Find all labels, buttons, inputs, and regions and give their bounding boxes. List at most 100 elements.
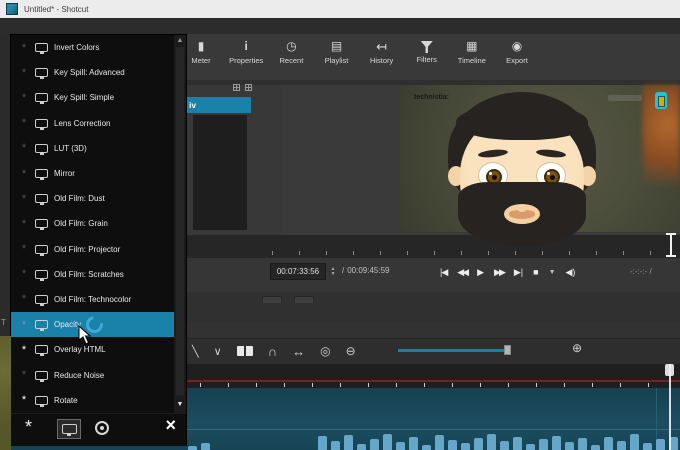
video-filters-toggle[interactable]: [57, 419, 81, 439]
favorites-filter-icon[interactable]: *: [25, 417, 32, 438]
favorite-star-icon: *: [19, 42, 29, 54]
menu-item[interactable]: [2, 24, 20, 28]
filter-list-item[interactable]: * Key Spill: Advanced: [11, 60, 174, 85]
filter-list-item[interactable]: * Lens Correction: [11, 111, 174, 136]
position-spinner[interactable]: ▲▼: [328, 263, 338, 280]
cut-tool-icon[interactable]: [192, 345, 199, 358]
volume-icon[interactable]: ◀): [566, 267, 576, 278]
filters-panel-list: [193, 115, 247, 230]
favorite-star-icon: *: [19, 394, 29, 406]
zoom-out-icon[interactable]: [346, 344, 356, 358]
audio-waveform: [188, 430, 680, 450]
filter-list-item[interactable]: * Mirror: [11, 161, 174, 186]
player-tab[interactable]: [262, 296, 282, 303]
filter-list-item[interactable]: * Rotate: [11, 388, 174, 413]
panel-gap: [187, 322, 680, 338]
video-filter-icon: [35, 93, 48, 102]
append-clip-icon[interactable]: [237, 346, 253, 356]
toolbar-button[interactable]: Export: [499, 36, 535, 78]
favorite-star-icon: *: [19, 369, 29, 381]
filter-list-item[interactable]: * Old Film: Projector: [11, 237, 174, 262]
filter-list-item[interactable]: * Overlay HTML: [11, 337, 174, 362]
ripple-edit-icon[interactable]: [320, 344, 330, 358]
scroll-up-icon[interactable]: ▲: [174, 37, 186, 44]
video-filter-icon: [35, 144, 48, 153]
scrubber-playhead[interactable]: [666, 233, 676, 257]
emoji-beard: [458, 182, 586, 246]
zoom-in-icon[interactable]: [572, 341, 582, 355]
video-filter-icon: [35, 169, 48, 178]
filters-panel-selected-item[interactable]: iv: [187, 97, 251, 113]
video-corner-text: [608, 95, 642, 101]
menu-item[interactable]: [20, 24, 38, 28]
timeline-toolbar-icons: [192, 340, 356, 362]
close-icon[interactable]: ×: [165, 415, 176, 436]
filter-list-item[interactable]: * Invert Colors: [11, 35, 174, 60]
history-icon: [376, 39, 387, 54]
filter-list-item[interactable]: * Old Film: Scratches: [11, 262, 174, 287]
skip-to-end-button[interactable]: ▶|: [514, 267, 523, 278]
paste-filters-icon[interactable]: [245, 84, 252, 91]
transport-controls: |◀ ◀◀ ▶ ▶▶ ▶| ■ ▼ ◀): [440, 262, 575, 282]
toolbar-button[interactable]: Properties: [228, 36, 264, 78]
filters-panel-buttons: [233, 84, 252, 91]
video-filter-icon: [35, 345, 48, 354]
toolbar-button[interactable]: Meter: [183, 36, 219, 78]
video-filter-icon: [35, 396, 48, 405]
filter-list-scrollbar[interactable]: ▲ ▼: [174, 35, 186, 413]
video-filter-icon: [35, 219, 48, 228]
player-tabs: [262, 296, 314, 303]
favorite-star-icon: *: [19, 92, 29, 104]
menu-item[interactable]: [56, 24, 74, 28]
filter-icon: [421, 41, 433, 53]
audio-filters-toggle[interactable]: [95, 421, 109, 435]
toolbar-button[interactable]: Recent: [273, 36, 309, 78]
filter-list-item[interactable]: * Old Film: Dust: [11, 186, 174, 211]
copy-filters-icon[interactable]: [233, 84, 240, 91]
video-filter-icon: [35, 68, 48, 77]
stop-menu-chevron-icon[interactable]: ▼: [549, 269, 556, 276]
menu-item[interactable]: [38, 24, 56, 28]
video-filter-icon: [35, 295, 48, 304]
filter-list-item[interactable]: * Reduce Noise: [11, 362, 174, 387]
playlist-icon: [331, 39, 342, 54]
timeline-zoom-handle[interactable]: [504, 345, 511, 355]
skip-to-start-button[interactable]: |◀: [440, 267, 447, 278]
video-filter-icon: [35, 194, 48, 203]
rewind-button[interactable]: ◀◀: [457, 267, 467, 278]
toolbar-button[interactable]: History: [364, 36, 400, 78]
duration-readout: /00:09:45:59: [342, 266, 390, 275]
shotcut-window: Untitled* - Shotcut T Meter Properties R…: [0, 0, 680, 450]
transport-bar: [187, 258, 680, 292]
filter-chooser-footer: * ×: [11, 413, 186, 446]
scrollbar-thumb[interactable]: [176, 47, 184, 395]
video-filter-icon: [35, 320, 48, 329]
filter-list-item[interactable]: * Old Film: Technocolor: [11, 287, 174, 312]
fast-forward-button[interactable]: ▶▶: [494, 267, 504, 278]
scrub-while-dragging-icon[interactable]: [292, 344, 305, 359]
toolbar-button[interactable]: Filters: [409, 36, 445, 78]
scroll-down-icon[interactable]: ▼: [174, 401, 186, 408]
favorite-star-icon: *: [19, 142, 29, 154]
menu-item[interactable]: [74, 24, 92, 28]
play-button[interactable]: ▶: [477, 267, 484, 278]
export-icon: [512, 39, 522, 54]
timeline-marker-line: [185, 380, 680, 382]
window-title: Untitled* - Shotcut: [24, 5, 88, 14]
snap-magnet-icon[interactable]: [268, 344, 277, 359]
stop-button[interactable]: ■: [533, 267, 538, 277]
favorite-star-icon: *: [19, 344, 29, 356]
menu-bar: [0, 18, 680, 34]
selected-duration-readout: -:-:-:- /: [630, 267, 652, 276]
timeline-menu-chevron-icon[interactable]: [214, 345, 222, 358]
filter-list-item[interactable]: * LUT (3D): [11, 136, 174, 161]
toolbar-button[interactable]: Playlist: [319, 36, 355, 78]
player-tab[interactable]: [294, 296, 314, 303]
toolbar-button[interactable]: Timeline: [454, 36, 490, 78]
timeline-zoom-slider[interactable]: [398, 349, 508, 352]
timeline-playhead[interactable]: [669, 364, 671, 450]
filter-list-item[interactable]: * Key Spill: Simple: [11, 85, 174, 110]
title-bar[interactable]: Untitled* - Shotcut: [0, 0, 680, 18]
filter-list-item[interactable]: * Old Film: Grain: [11, 211, 174, 236]
current-position-field[interactable]: 00:07:33:56: [270, 263, 326, 280]
